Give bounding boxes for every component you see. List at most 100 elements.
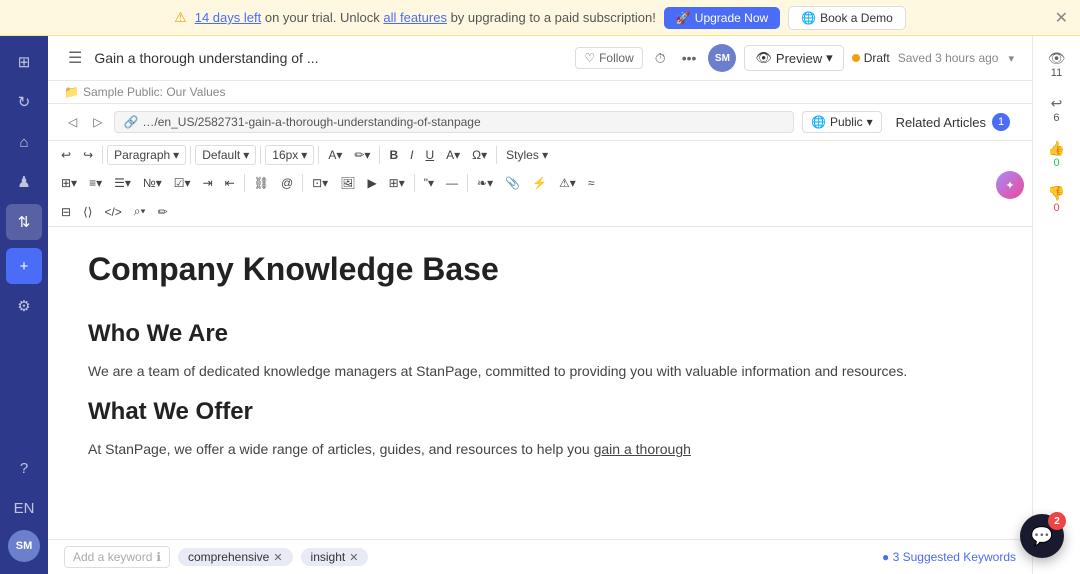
remove-comprehensive-button[interactable]: ✕ xyxy=(273,551,282,564)
eye-icon: 👁 xyxy=(1048,50,1066,67)
font-color-button[interactable]: A▾ xyxy=(323,145,347,165)
url-field[interactable]: 🔗 …/en_US/2582731-gain-a-thorough-unders… xyxy=(114,111,794,133)
toolbar-divider xyxy=(102,146,103,164)
app-layout: ⊞ ↻ ⌂ ♟ ⇅ + ⚙ ? EN SM ☰ Gain a thorough … xyxy=(0,36,1080,574)
left-sidebar: ⊞ ↻ ⌂ ♟ ⇅ + ⚙ ? EN SM xyxy=(0,36,48,574)
menu-toggle-button[interactable]: ☰ xyxy=(64,44,86,72)
public-button[interactable]: 🌐 Public ▾ xyxy=(802,111,882,133)
search-format-button[interactable]: ⌕▾ xyxy=(129,201,151,222)
preview-button[interactable]: 👁 Preview ▾ xyxy=(744,45,843,71)
history-button[interactable]: ⏱ xyxy=(651,46,670,71)
stat-dislikes[interactable]: 👎 0 xyxy=(1044,179,1069,220)
divider-button[interactable]: — xyxy=(441,173,463,193)
sidebar-item-settings[interactable]: ⚙ xyxy=(6,288,42,324)
keyword-tag-insight: insight ✕ xyxy=(301,548,369,566)
page-title: Company Knowledge Base xyxy=(88,251,992,288)
sidebar-item-home[interactable]: ⌂ xyxy=(6,124,42,160)
sidebar-add-button[interactable]: + xyxy=(6,248,42,284)
sidebar-item-grid[interactable]: ⊞ xyxy=(6,44,42,80)
undo-button[interactable]: ↩ xyxy=(56,145,76,165)
forward-button[interactable]: ▷ xyxy=(89,113,106,131)
sidebar-avatar[interactable]: SM xyxy=(8,530,40,562)
url-bar: ◁ ▷ 🔗 …/en_US/2582731-gain-a-thorough-un… xyxy=(48,104,1032,141)
sidebar-item-refresh[interactable]: ↻ xyxy=(6,84,42,120)
toolbar-divider xyxy=(414,174,415,192)
italic-button[interactable]: I xyxy=(405,145,418,165)
dislikes-count: 0 xyxy=(1053,202,1059,214)
collapse-button[interactable]: ⊟ xyxy=(56,202,76,222)
mention-button[interactable]: @ xyxy=(276,173,298,193)
editor-content[interactable]: Company Knowledge Base Who We Are We are… xyxy=(48,227,1032,539)
bold-button[interactable]: B xyxy=(384,145,403,165)
chat-icon: 💬 xyxy=(1031,526,1053,547)
warning-icon: ⚠ xyxy=(174,9,187,26)
sidebar-item-help[interactable]: ? xyxy=(6,450,42,486)
gain-thorough-link[interactable]: gain a thorough xyxy=(594,441,691,457)
list-ol-button[interactable]: №▾ xyxy=(138,173,167,193)
remove-insight-button[interactable]: ✕ xyxy=(349,551,358,564)
breadcrumb: 📁 Sample Public: Our Values xyxy=(48,81,1032,104)
arrows-button[interactable]: ⟨⟩ xyxy=(78,202,97,222)
image-button[interactable]: 🖼 xyxy=(335,173,360,193)
main-area: ☰ Gain a thorough understanding of ... ♡… xyxy=(48,36,1032,574)
attachment-button[interactable]: 📎 xyxy=(500,173,525,193)
folder-icon: 📁 xyxy=(64,85,79,99)
alert-button[interactable]: ⚠▾ xyxy=(554,173,581,193)
likes-count: 0 xyxy=(1053,157,1059,169)
shortcut-button[interactable]: ⚡ xyxy=(527,173,552,193)
section2-body: At StanPage, we offer a wide range of ar… xyxy=(88,438,992,460)
link-button[interactable]: ⛓ xyxy=(249,173,274,193)
video-button[interactable]: ▶ xyxy=(362,173,381,193)
back-button[interactable]: ◁ xyxy=(64,113,81,131)
sidebar-item-sync[interactable]: ⇅ xyxy=(6,204,42,240)
highlight-button[interactable]: ✏▾ xyxy=(349,145,375,165)
text-color-button[interactable]: A▾ xyxy=(441,145,465,165)
sidebar-item-puzzle[interactable]: ♟ xyxy=(6,164,42,200)
keyword-add-input[interactable]: Add a keyword ℹ xyxy=(64,546,170,568)
user-avatar[interactable]: SM xyxy=(708,44,736,72)
info-icon: ℹ xyxy=(156,550,161,564)
more-options-button[interactable]: ••• xyxy=(678,46,701,70)
stat-reactions[interactable]: ↩ 6 xyxy=(1047,89,1067,130)
toolbar-divider xyxy=(260,146,261,164)
follow-button[interactable]: ♡ Follow xyxy=(575,47,642,69)
quote-button[interactable]: "▾ xyxy=(419,173,439,193)
right-panel: 👁 11 ↩ 6 👍 0 👎 0 xyxy=(1032,36,1080,574)
related-articles-button[interactable]: Related Articles 1 xyxy=(890,110,1016,134)
toolbar-row-3: ⊟ ⟨⟩ </> ⌕▾ ✏ xyxy=(56,201,1024,222)
underline-button[interactable]: U xyxy=(420,145,439,165)
checklist-button[interactable]: ☑▾ xyxy=(169,173,196,193)
toolbar-divider xyxy=(302,174,303,192)
emoji-button[interactable]: ❧▾ xyxy=(472,173,498,193)
upgrade-now-button[interactable]: 🚀 Upgrade Now xyxy=(664,7,780,29)
list-ul-button[interactable]: ☰▾ xyxy=(109,173,136,193)
styles-menu-button[interactable]: Styles ▾ xyxy=(501,145,553,165)
sidebar-item-language[interactable]: EN xyxy=(6,490,42,526)
more-formats-button[interactable]: ≈ xyxy=(583,173,600,193)
ai-button[interactable]: ✦ xyxy=(996,171,1024,199)
redo-button[interactable]: ↪ xyxy=(78,145,98,165)
trial-days-link[interactable]: 14 days left xyxy=(195,10,262,25)
pencil-button[interactable]: ✏ xyxy=(153,202,173,222)
embed-button[interactable]: ⊞▾ xyxy=(384,173,410,193)
toolbar-row-1: ↩ ↪ Paragraph ▾ Default ▾ 16px ▾ A▾ ✏▾ B… xyxy=(56,145,1024,165)
saved-chevron-button[interactable]: ▾ xyxy=(1006,50,1016,67)
font-size-button[interactable]: 16px ▾ xyxy=(265,145,314,165)
indent-right-button[interactable]: ⇥ xyxy=(198,173,218,193)
table-button[interactable]: ⊡▾ xyxy=(307,173,333,193)
code-button[interactable]: </> xyxy=(99,202,126,222)
indent-button[interactable]: ⊞▾ xyxy=(56,173,82,193)
paragraph-select-button[interactable]: Paragraph ▾ xyxy=(107,145,186,165)
outdent-button[interactable]: ⇤ xyxy=(220,173,240,193)
book-demo-button[interactable]: 🌐 Book a Demo xyxy=(788,6,906,30)
all-features-link[interactable]: all features xyxy=(383,10,447,25)
stat-likes[interactable]: 👍 0 xyxy=(1044,134,1069,175)
suggested-keywords-button[interactable]: ● 3 Suggested Keywords xyxy=(882,550,1016,564)
stat-views[interactable]: 👁 11 xyxy=(1044,44,1070,85)
eye-icon: 👁 xyxy=(755,50,772,66)
align-button[interactable]: ≡▾ xyxy=(84,173,107,193)
banner-close-button[interactable]: ✕ xyxy=(1055,8,1068,28)
special-char-button[interactable]: Ω▾ xyxy=(467,145,492,165)
chat-bubble-button[interactable]: 💬 2 xyxy=(1020,514,1064,558)
style-select-button[interactable]: Default ▾ xyxy=(195,145,256,165)
